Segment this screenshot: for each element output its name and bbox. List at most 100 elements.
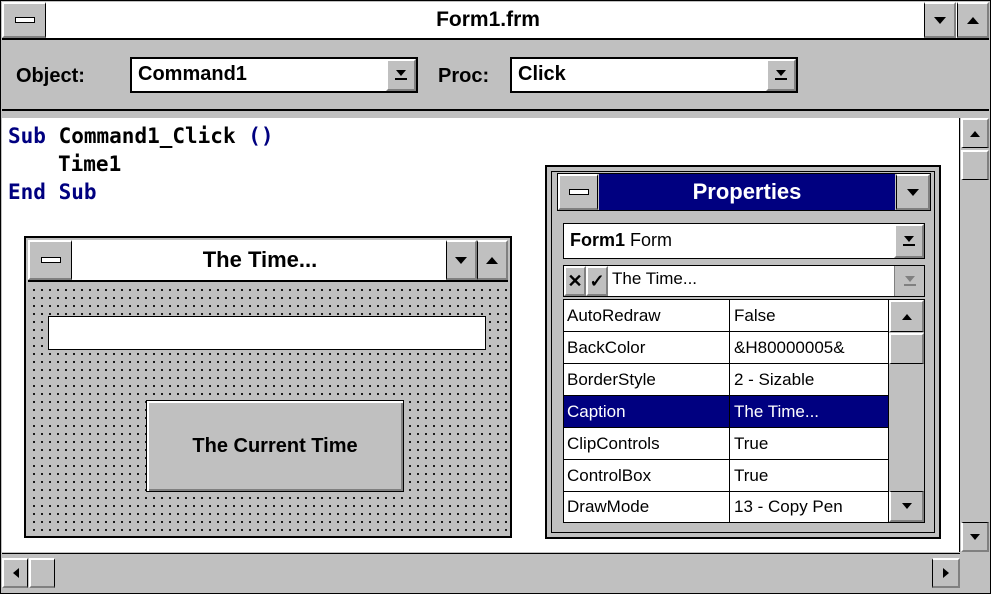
property-row[interactable]: BackColor &H80000005&	[564, 332, 888, 364]
underline-icon	[395, 78, 407, 80]
accept-edit-button[interactable]: ✓	[586, 266, 608, 296]
property-row[interactable]: ClipControls True	[564, 428, 888, 460]
scroll-left-button[interactable]	[2, 558, 28, 588]
horizontal-scrollbar[interactable]	[2, 553, 960, 592]
maximize-icon	[486, 256, 498, 264]
object-label: Object:	[16, 65, 85, 87]
property-row[interactable]: ControlBox True	[564, 460, 888, 492]
underline-icon	[903, 284, 916, 286]
property-value-input[interactable]: The Time...	[612, 269, 697, 289]
form-system-menu-button[interactable]	[28, 240, 72, 280]
property-scroll-down-button[interactable]	[889, 491, 924, 522]
code-keyword: Sub	[8, 124, 46, 148]
property-scroll-up-button[interactable]	[889, 300, 924, 332]
property-row[interactable]: BorderStyle 2 - Sizable	[564, 364, 888, 396]
system-menu-icon	[40, 257, 61, 263]
code-keyword: End	[8, 180, 46, 204]
code-line-3: End Sub	[8, 178, 97, 206]
title-bar: Form1.frm	[2, 2, 989, 40]
minimize-icon	[906, 188, 919, 196]
arrow-down-icon	[901, 503, 912, 509]
check-icon: ✓	[589, 270, 605, 291]
current-time-button-label: The Current Time	[192, 434, 358, 457]
property-grid[interactable]: AutoRedraw False BackColor &H80000005& B…	[563, 299, 925, 523]
form-title: The Time...	[202, 247, 318, 272]
object-dropdown-button[interactable]	[386, 59, 416, 91]
vertical-scroll-thumb[interactable]	[961, 150, 989, 180]
property-edit-bar: ✕ ✓ The Time...	[563, 265, 925, 297]
scroll-up-button[interactable]	[961, 118, 989, 148]
maximize-icon	[966, 16, 979, 24]
object-name: Form1	[570, 230, 626, 250]
system-menu-button[interactable]	[2, 2, 46, 38]
window-title: Form1.frm	[436, 8, 540, 31]
form-textbox[interactable]	[48, 316, 486, 350]
property-name: ControlBox	[564, 460, 730, 491]
chevron-down-icon	[904, 236, 914, 242]
scroll-down-button[interactable]	[961, 522, 989, 552]
object-dropdown-value: Command1	[138, 63, 247, 85]
property-value: True	[734, 466, 769, 485]
arrow-up-icon	[970, 130, 980, 137]
proc-dropdown-value: Click	[518, 63, 566, 85]
property-value: False	[734, 306, 776, 325]
proc-label: Proc:	[438, 65, 490, 87]
horizontal-scroll-thumb[interactable]	[29, 558, 55, 588]
code-paren: ()	[248, 124, 274, 148]
code-keyword: Sub	[58, 180, 97, 204]
object-dropdown[interactable]: Command1	[130, 57, 418, 93]
minimize-icon	[933, 16, 946, 24]
properties-window[interactable]: Properties Form1 Form ✕ ✓ The Time... Au…	[545, 165, 941, 539]
system-menu-icon	[14, 17, 35, 23]
minimize-icon	[455, 256, 467, 264]
object-proc-toolbar: Object: Command1 Proc: Click	[2, 41, 989, 111]
form-design-grid[interactable]: The Current Time	[28, 284, 508, 534]
property-value: The Time...	[734, 402, 820, 421]
scroll-right-button[interactable]	[932, 558, 960, 588]
property-row[interactable]: DrawMode 13 - Copy Pen	[564, 492, 888, 522]
proc-dropdown[interactable]: Click	[510, 57, 798, 93]
properties-title: Properties	[599, 174, 895, 210]
property-name: BackColor	[564, 332, 730, 363]
maximize-button[interactable]	[957, 2, 989, 38]
property-value: 13 - Copy Pen	[734, 497, 843, 516]
property-name: AutoRedraw	[564, 300, 730, 331]
property-name: DrawMode	[564, 492, 730, 522]
chevron-down-icon	[396, 70, 406, 76]
chevron-down-icon	[904, 276, 915, 282]
property-value: 2 - Sizable	[734, 370, 815, 389]
properties-object-text: Form1 Form	[570, 230, 672, 251]
cancel-edit-button[interactable]: ✕	[564, 266, 586, 296]
property-row-selected[interactable]: Caption The Time...	[564, 396, 888, 428]
properties-object-dropdown-button[interactable]	[894, 224, 924, 258]
minimize-button[interactable]	[924, 2, 956, 38]
property-name: Caption	[564, 396, 730, 427]
form-designer-window[interactable]: The Time... The Current Time	[24, 236, 512, 538]
vertical-scrollbar[interactable]	[961, 118, 989, 552]
code-identifier: Command1_Click	[58, 124, 236, 148]
properties-object-dropdown[interactable]: Form1 Form	[563, 223, 925, 259]
properties-minimize-button[interactable]	[896, 174, 930, 210]
current-time-button[interactable]: The Current Time	[146, 400, 404, 492]
underline-icon	[775, 78, 787, 80]
property-name: ClipControls	[564, 428, 730, 459]
property-value-dropdown-button[interactable]	[894, 266, 924, 296]
object-type: Form	[630, 230, 673, 250]
form-minimize-button[interactable]	[446, 240, 477, 280]
system-menu-icon	[568, 189, 589, 195]
code-line-2: Time1	[58, 150, 121, 178]
arrow-up-icon	[901, 313, 912, 320]
properties-system-menu-button[interactable]	[558, 174, 598, 210]
property-scroll-thumb[interactable]	[889, 333, 924, 364]
property-value: True	[734, 434, 769, 453]
properties-title-bar: Properties	[557, 173, 931, 211]
proc-dropdown-button[interactable]	[766, 59, 796, 91]
arrow-left-icon	[12, 568, 19, 578]
form-maximize-button[interactable]	[477, 240, 508, 280]
chevron-down-icon	[776, 70, 786, 76]
property-row[interactable]: AutoRedraw False	[564, 300, 888, 332]
property-grid-scrollbar[interactable]	[888, 300, 924, 522]
form-title-bar: The Time...	[28, 240, 508, 282]
property-name: BorderStyle	[564, 364, 730, 395]
property-value: &H80000005&	[734, 338, 845, 357]
